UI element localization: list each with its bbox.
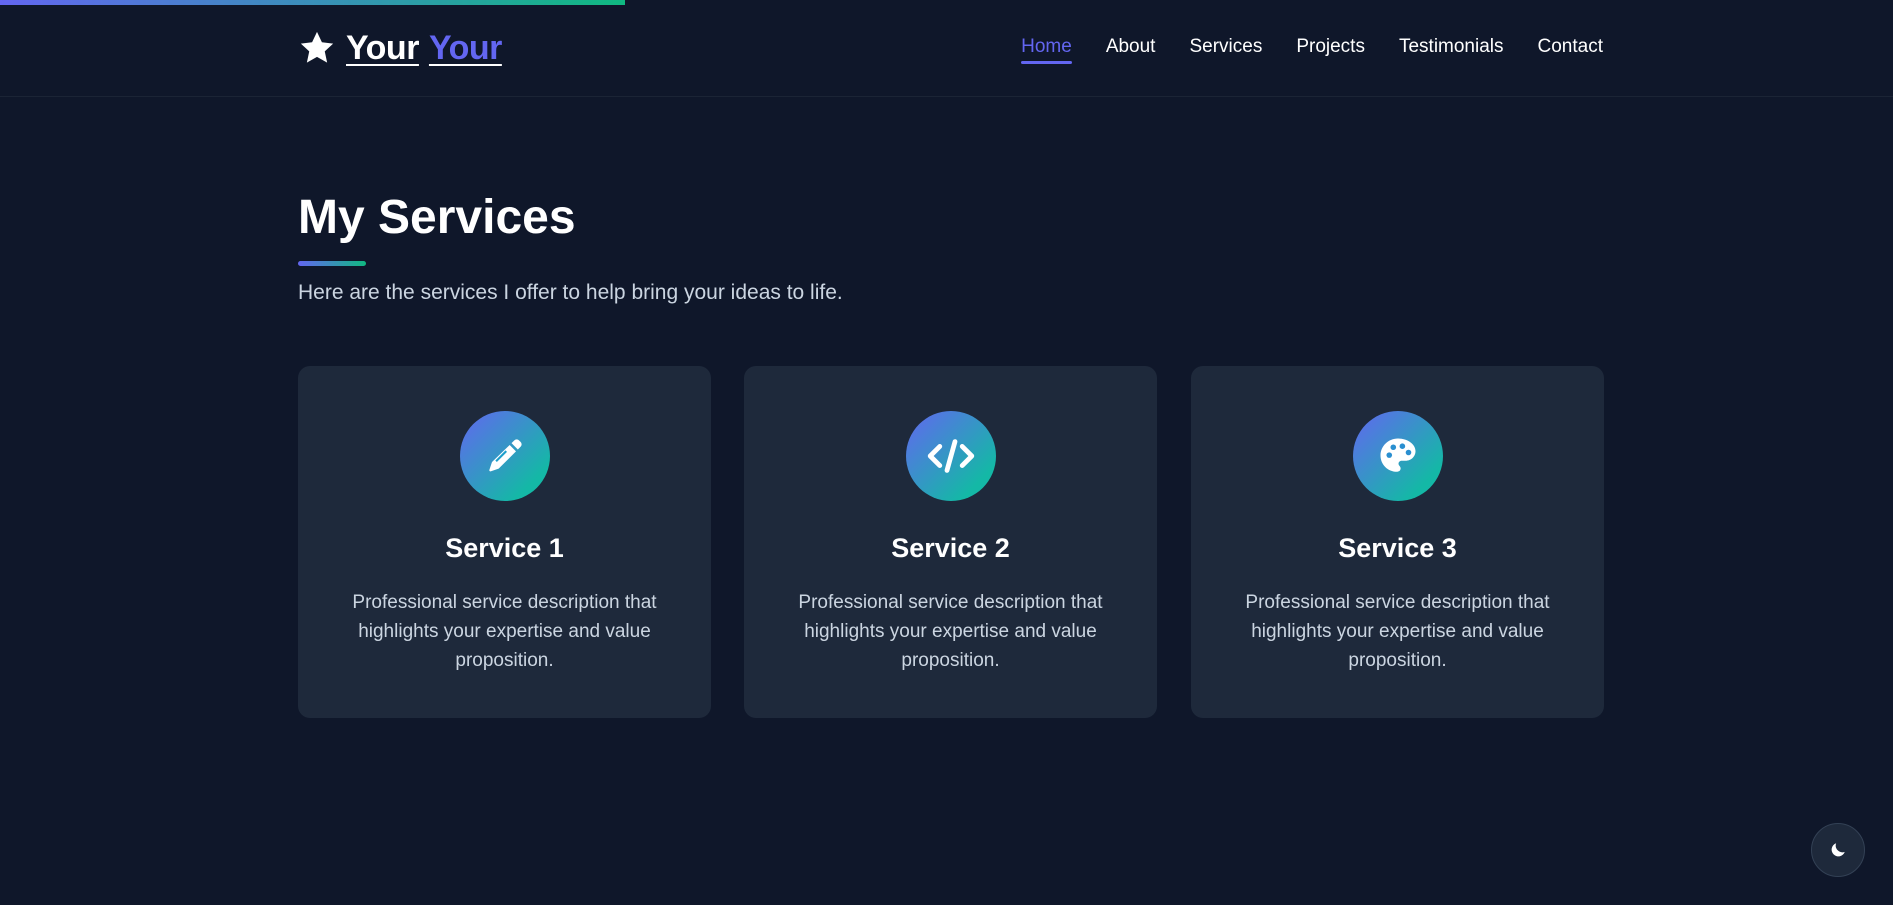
service-card-1[interactable]: Service 1 Professional service descripti…	[298, 366, 711, 718]
palette-icon	[1380, 438, 1415, 472]
section-title: My Services	[298, 191, 576, 244]
theme-toggle-button[interactable]	[1811, 823, 1865, 877]
logo[interactable]: Your Your	[298, 28, 502, 68]
nav-link-home[interactable]: Home	[1021, 36, 1072, 64]
nav-link-services[interactable]: Services	[1189, 36, 1262, 64]
logo-word-accent: Your	[428, 28, 502, 67]
service-icon-badge	[1352, 411, 1443, 501]
service-description: Professional service description that hi…	[352, 592, 657, 671]
service-title: Service 2	[891, 533, 1010, 563]
service-description: Professional service description that hi…	[1245, 592, 1550, 671]
title-underline	[298, 261, 366, 266]
main-nav: Home About Services Projects Testimonial…	[1021, 36, 1603, 64]
service-title: Service 1	[445, 533, 564, 563]
service-icon-badge	[459, 411, 550, 501]
section-subtitle: Here are the services I offer to help br…	[298, 281, 843, 304]
nav-link-contact[interactable]: Contact	[1538, 36, 1603, 64]
site-header: Your Your Home About Services Projects T…	[0, 0, 1893, 97]
code-icon	[927, 439, 974, 473]
logo-word-primary: Your	[346, 28, 419, 67]
service-description: Professional service description that hi…	[798, 592, 1103, 671]
star-icon	[300, 31, 334, 63]
moon-icon	[1831, 843, 1845, 857]
service-title: Service 3	[1338, 533, 1457, 563]
nav-link-testimonials[interactable]: Testimonials	[1399, 36, 1504, 64]
service-icon-badge	[905, 411, 996, 501]
nav-link-about[interactable]: About	[1106, 36, 1156, 64]
nav-link-projects[interactable]: Projects	[1296, 36, 1365, 64]
service-card-3[interactable]: Service 3 Professional service descripti…	[1191, 366, 1604, 718]
pencil-icon	[488, 439, 522, 472]
service-card-2[interactable]: Service 2 Professional service descripti…	[744, 366, 1157, 718]
